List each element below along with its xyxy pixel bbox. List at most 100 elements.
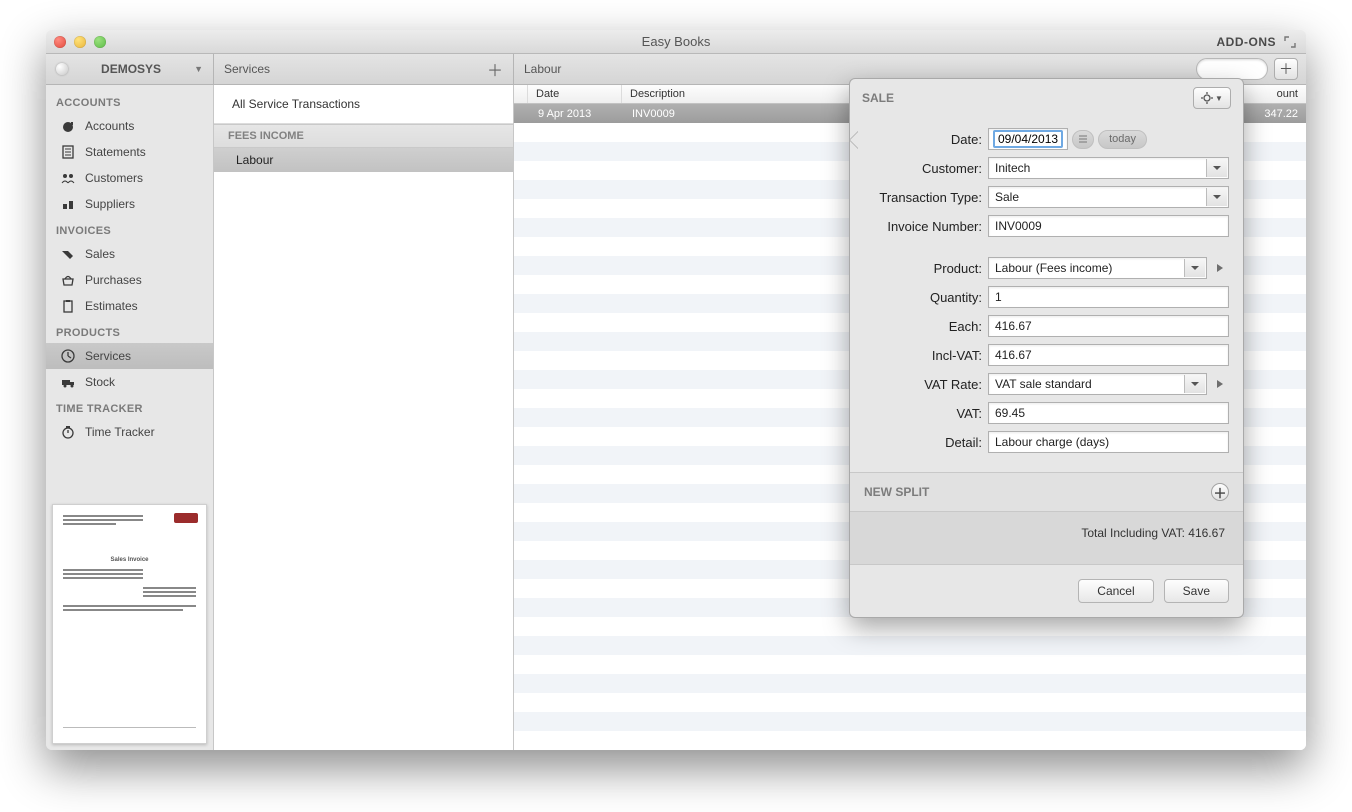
detail-input[interactable]: Labour charge (days) xyxy=(988,431,1229,453)
arrow-right-icon xyxy=(1215,263,1225,273)
section-header-timetracker: TIME TRACKER xyxy=(46,395,213,419)
clipboard-icon xyxy=(60,298,76,314)
label-each: Each: xyxy=(864,319,988,334)
sidebar-item-label: Time Tracker xyxy=(85,425,155,439)
search-input[interactable] xyxy=(1196,58,1268,80)
label-date: Date: xyxy=(864,132,988,147)
date-input[interactable]: 09/04/2013 xyxy=(988,128,1068,150)
label-quantity: Quantity: xyxy=(864,290,988,305)
section-header-accounts: ACCOUNTS xyxy=(46,89,213,113)
sidebar-item-services[interactable]: Services xyxy=(46,343,213,369)
sale-header: SALE ▼ xyxy=(850,79,1243,117)
label-incl-vat: Incl-VAT: xyxy=(864,348,988,363)
today-button[interactable]: today xyxy=(1098,130,1147,149)
label-vat-rate: VAT Rate: xyxy=(864,377,988,392)
piggybank-icon xyxy=(60,118,76,134)
section-header-invoices: INVOICES xyxy=(46,217,213,241)
quantity-input[interactable]: 1 xyxy=(988,286,1229,308)
sidebar-item-customers[interactable]: Customers xyxy=(46,165,213,191)
date-value: 09/04/2013 xyxy=(993,130,1063,148)
row-date: 9 Apr 2013 xyxy=(530,108,624,120)
column-header-date[interactable]: Date xyxy=(528,85,622,103)
gear-icon xyxy=(1201,92,1213,104)
fees-income-header: FEES INCOME xyxy=(214,124,513,148)
company-selector[interactable]: DEMOSYS ▼ xyxy=(46,54,214,84)
cancel-button[interactable]: Cancel xyxy=(1078,579,1153,603)
sidebar-item-estimates[interactable]: Estimates xyxy=(46,293,213,319)
sale-menu-button[interactable]: ▼ xyxy=(1193,87,1231,109)
add-service-button[interactable]: ＋ xyxy=(487,57,503,81)
vat-input[interactable]: 69.45 xyxy=(988,402,1229,424)
label-product: Product: xyxy=(864,261,988,276)
truck-icon xyxy=(60,374,76,390)
company-orb-icon xyxy=(56,63,68,75)
sidebar-item-timetracker[interactable]: Time Tracker xyxy=(46,419,213,445)
vat-rate-go-button[interactable] xyxy=(1211,373,1229,395)
sidebar-item-label: Customers xyxy=(85,171,143,185)
button-row: Cancel Save xyxy=(850,565,1243,617)
chevron-down-icon: ▼ xyxy=(194,64,203,74)
sale-popover: SALE ▼ Date: 09/04/2013 today xyxy=(849,78,1244,618)
product-go-button[interactable] xyxy=(1211,257,1229,279)
sidebar-item-label: Statements xyxy=(85,145,146,159)
all-service-transactions[interactable]: All Service Transactions xyxy=(214,85,513,124)
incl-vat-input[interactable]: 416.67 xyxy=(988,344,1229,366)
label-invoice-number: Invoice Number: xyxy=(864,219,988,234)
label-vat: VAT: xyxy=(864,406,988,421)
sale-title: SALE xyxy=(862,91,894,105)
new-split-row: NEW SPLIT ＋ xyxy=(850,472,1243,512)
column2-header: Services ＋ xyxy=(214,54,514,84)
label-transaction-type: Transaction Type: xyxy=(864,190,988,205)
clock-icon xyxy=(60,348,76,364)
invoice-number-input[interactable]: INV0009 xyxy=(988,215,1229,237)
sidebar-item-label: Estimates xyxy=(85,299,138,313)
invoice-preview-thumbnail[interactable]: Sales Invoice xyxy=(52,504,207,744)
company-name: DEMOSYS xyxy=(101,62,161,76)
sidebar-item-label: Stock xyxy=(85,375,115,389)
sidebar: ACCOUNTS Accounts Statements Customers S… xyxy=(46,85,214,750)
column3-title: Labour xyxy=(524,62,561,76)
titlebar: Easy Books ADD-ONS xyxy=(46,30,1306,54)
section-header-products: PRODUCTS xyxy=(46,319,213,343)
column2-title: Services xyxy=(224,62,270,76)
app-window: Easy Books ADD-ONS DEMOSYS ▼ Services ＋ … xyxy=(46,30,1306,750)
save-button[interactable]: Save xyxy=(1164,579,1229,603)
arrow-right-icon xyxy=(1215,379,1225,389)
sidebar-item-statements[interactable]: Statements xyxy=(46,139,213,165)
sidebar-item-suppliers[interactable]: Suppliers xyxy=(46,191,213,217)
sidebar-item-accounts[interactable]: Accounts xyxy=(46,113,213,139)
list-icon xyxy=(1078,134,1088,144)
transaction-type-select[interactable]: Sale xyxy=(988,186,1229,208)
tag-icon xyxy=(60,246,76,262)
sidebar-item-label: Suppliers xyxy=(85,197,135,211)
thumbnail-title: Sales Invoice xyxy=(63,557,196,563)
sidebar-item-label: Sales xyxy=(85,247,115,261)
services-column: All Service Transactions FEES INCOME Lab… xyxy=(214,85,514,750)
each-input[interactable]: 416.67 xyxy=(988,315,1229,337)
sidebar-item-label: Purchases xyxy=(85,273,142,287)
new-split-label: NEW SPLIT xyxy=(864,485,929,499)
thumbnail-logo-icon xyxy=(174,513,198,523)
label-detail: Detail: xyxy=(864,435,988,450)
statement-icon xyxy=(60,144,76,160)
sidebar-item-purchases[interactable]: Purchases xyxy=(46,267,213,293)
sidebar-item-stock[interactable]: Stock xyxy=(46,369,213,395)
chevron-down-icon: ▼ xyxy=(1215,94,1223,103)
sidebar-item-sales[interactable]: Sales xyxy=(46,241,213,267)
label-customer: Customer: xyxy=(864,161,988,176)
people-icon xyxy=(60,170,76,186)
suppliers-icon xyxy=(60,196,76,212)
total-row: Total Including VAT: 416.67 xyxy=(850,512,1243,565)
product-select[interactable]: Labour (Fees income) xyxy=(988,257,1207,279)
sidebar-item-label: Accounts xyxy=(85,119,134,133)
add-split-button[interactable]: ＋ xyxy=(1211,483,1229,501)
customer-select[interactable]: Initech xyxy=(988,157,1229,179)
sale-form: Date: 09/04/2013 today Customer: Initech… xyxy=(850,117,1243,472)
sidebar-item-label: Services xyxy=(85,349,131,363)
stopwatch-icon xyxy=(60,424,76,440)
add-transaction-button[interactable]: ＋ xyxy=(1274,58,1298,80)
vat-rate-select[interactable]: VAT sale standard xyxy=(988,373,1207,395)
date-picker-button[interactable] xyxy=(1072,130,1094,149)
basket-icon xyxy=(60,272,76,288)
service-item-labour[interactable]: Labour xyxy=(214,148,513,172)
